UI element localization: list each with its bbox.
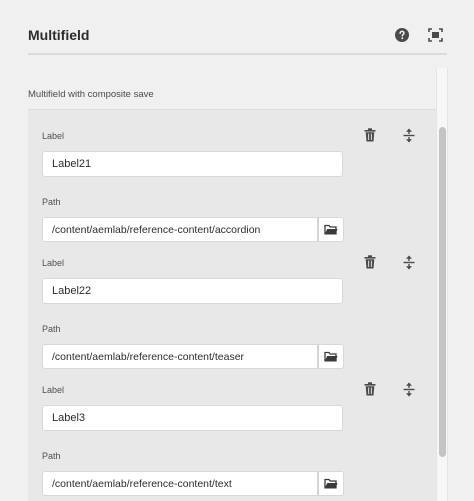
fullscreen-button[interactable] xyxy=(426,26,444,44)
multifield-label: Multifield with composite save xyxy=(28,89,154,100)
fullscreen-icon xyxy=(427,28,443,42)
dialog-header: Multifield xyxy=(0,0,474,56)
path-field-label: Path xyxy=(42,451,61,461)
multifield-item: Label Label22 Path /content/aemlab/refer… xyxy=(28,237,436,369)
reorder-icon xyxy=(403,128,415,142)
dialog-title: Multifield xyxy=(28,27,90,43)
label-field-label: Label xyxy=(42,131,65,141)
path-input[interactable]: /content/aemlab/reference-content/text xyxy=(42,471,318,496)
trash-icon xyxy=(364,128,376,142)
label-input[interactable]: Label3 xyxy=(42,405,343,431)
reorder-item-handle[interactable] xyxy=(400,253,418,271)
delete-item-button[interactable] xyxy=(361,126,379,144)
header-divider xyxy=(28,53,447,55)
folder-icon xyxy=(324,351,338,362)
reorder-item-handle[interactable] xyxy=(400,126,418,144)
delete-item-button[interactable] xyxy=(361,253,379,271)
trash-icon xyxy=(364,382,376,396)
folder-icon xyxy=(324,224,338,235)
path-browse-button[interactable] xyxy=(318,471,344,496)
multifield-container: Label Label21 Path /content/aemlab/refer… xyxy=(28,109,436,501)
scrollbar-thumb[interactable] xyxy=(439,127,446,457)
reorder-item-handle[interactable] xyxy=(400,380,418,398)
multifield-item: Label Label3 Path /content/aemlab/refere… xyxy=(28,364,436,496)
delete-item-button[interactable] xyxy=(361,380,379,398)
help-circle-icon xyxy=(395,28,409,42)
reorder-icon xyxy=(403,382,415,396)
path-field-label: Path xyxy=(42,324,61,334)
path-field-label: Path xyxy=(42,197,61,207)
label-field-label: Label xyxy=(42,258,65,268)
trash-icon xyxy=(364,255,376,269)
label-input[interactable]: Label22 xyxy=(42,278,343,304)
folder-icon xyxy=(324,478,338,489)
reorder-icon xyxy=(403,255,415,269)
label-input[interactable]: Label21 xyxy=(42,151,343,177)
multifield-item: Label Label21 Path /content/aemlab/refer… xyxy=(28,110,436,242)
label-field-label: Label xyxy=(42,385,65,395)
help-button[interactable] xyxy=(393,26,411,44)
